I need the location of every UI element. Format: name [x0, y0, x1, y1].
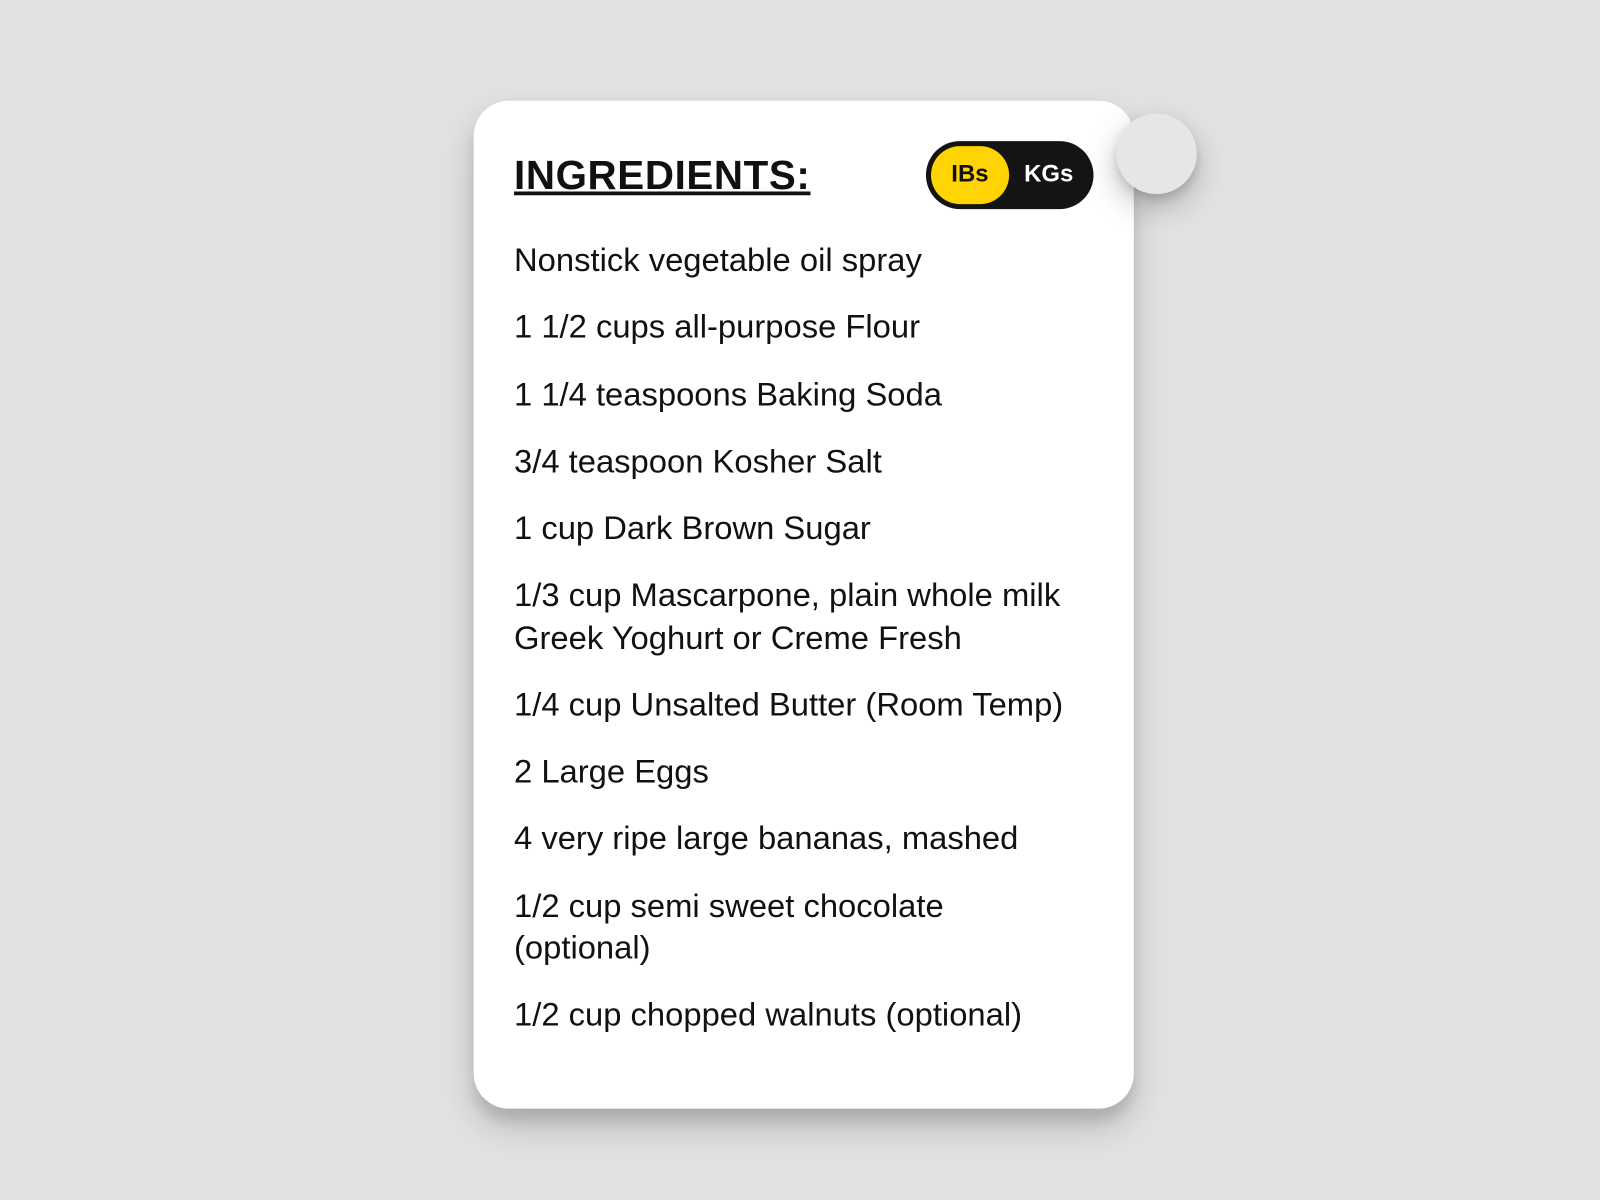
list-item: 2 Large Eggs [514, 751, 1068, 793]
cursor-indicator [1116, 113, 1197, 194]
list-item: 1 cup Dark Brown Sugar [514, 508, 1068, 550]
list-item: 4 very ripe large bananas, mashed [514, 818, 1068, 860]
unit-toggle-lbs[interactable]: IBs [931, 146, 1009, 204]
ingredients-card: INGREDIENTS: IBs KGs Nonstick vegetable … [474, 101, 1134, 1109]
card-header: INGREDIENTS: IBs KGs [514, 141, 1094, 209]
list-item: 1 1/2 cups all-purpose Flour [514, 306, 1068, 348]
unit-toggle-kgs[interactable]: KGs [1009, 146, 1088, 204]
list-item: Nonstick vegetable oil spray [514, 239, 1068, 281]
list-item: 1/4 cup Unsalted Butter (Room Temp) [514, 684, 1068, 726]
list-item: 1/2 cup chopped walnuts (optional) [514, 994, 1068, 1036]
ingredients-title: INGREDIENTS: [514, 152, 810, 199]
list-item: 1/2 cup semi sweet chocolate (optional) [514, 885, 1068, 969]
list-item: 1/3 cup Mascarpone, plain whole milk Gre… [514, 575, 1068, 659]
unit-toggle[interactable]: IBs KGs [926, 141, 1094, 209]
list-item: 1 1/4 teaspoons Baking Soda [514, 374, 1068, 416]
list-item: 3/4 teaspoon Kosher Salt [514, 441, 1068, 483]
ingredients-list: Nonstick vegetable oil spray 1 1/2 cups … [514, 239, 1068, 1036]
